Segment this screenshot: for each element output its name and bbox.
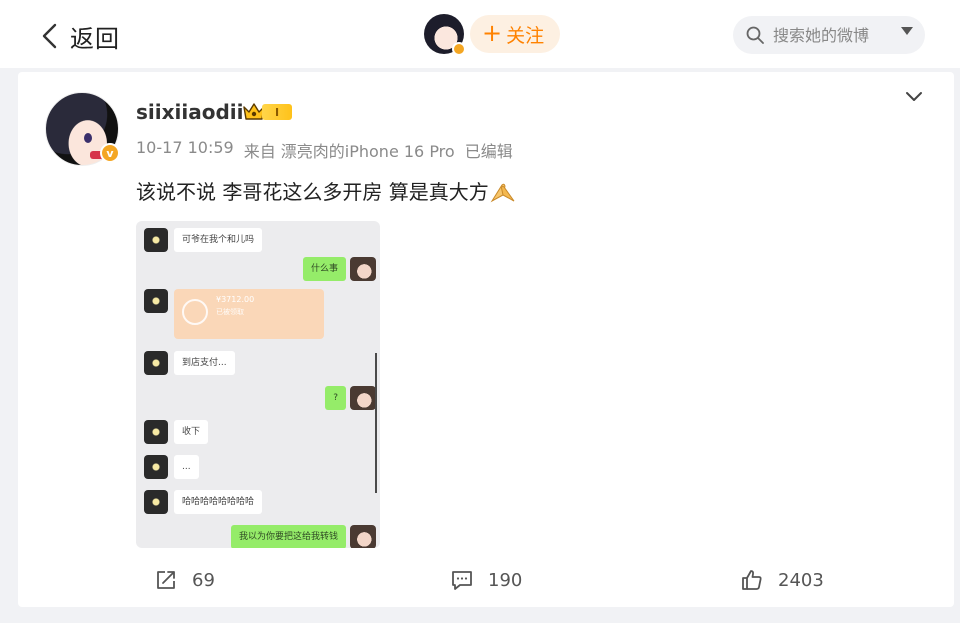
post-text: 该说不说 李哥花这么多开房 算是真大方 — [136, 176, 517, 205]
post-meta: 10-17 10:59 来自 漂亮肉的iPhone 16 Pro 已编辑 — [136, 138, 513, 162]
plus-icon: + — [482, 19, 503, 47]
edited-label[interactable]: 已编辑 — [465, 138, 513, 162]
chat-avatar — [144, 289, 168, 313]
chat-bubble: ? — [325, 386, 346, 410]
post-timestamp[interactable]: 10-17 10:59 — [136, 138, 234, 162]
back-button[interactable]: 返回 — [40, 18, 120, 54]
chat-avatar — [350, 386, 376, 410]
chat-screenshot-image[interactable]: 可爷在我个和儿吗 什么事 ¥3712.00 已被领取 到店支付... ? 收下 … — [136, 221, 380, 548]
header-avatar[interactable] — [424, 14, 466, 56]
vip-level: I — [262, 104, 292, 120]
post-source: 来自 漂亮肉的iPhone 16 Pro — [243, 142, 455, 161]
chat-avatar — [350, 257, 376, 281]
chat-avatar — [350, 525, 376, 548]
transfer-card: ¥3712.00 已被领取 — [174, 289, 324, 339]
chat-bubble: 收下 — [174, 420, 209, 444]
chat-bubble: 哈哈哈哈哈哈哈哈 — [174, 490, 263, 514]
share-icon — [157, 571, 175, 589]
username[interactable]: siixiiaodii — [136, 100, 244, 124]
chat-bubble: 什么事 — [302, 257, 346, 281]
header-user: + 关注 — [424, 14, 561, 56]
thumbs-up-icon — [742, 570, 762, 590]
top-bar: 返回 + 关注 — [0, 0, 960, 68]
chevron-left-icon — [42, 23, 57, 49]
repost-count: 69 — [192, 569, 215, 591]
repost-button[interactable]: 69 — [154, 562, 215, 598]
vip-badge[interactable]: I — [242, 101, 298, 123]
comment-button[interactable]: 190 — [450, 562, 522, 598]
chat-avatar — [144, 228, 168, 252]
search-box[interactable] — [733, 16, 925, 54]
chat-avatar — [144, 351, 168, 375]
verified-badge — [452, 42, 466, 56]
chat-avatar — [144, 455, 168, 479]
search-icon — [746, 26, 764, 44]
like-count: 2403 — [778, 569, 824, 591]
avatar-eye — [84, 133, 92, 143]
caret-down-icon[interactable] — [901, 27, 913, 35]
comment-icon — [452, 571, 472, 590]
follow-label: 关注 — [506, 24, 545, 47]
follow-button[interactable]: + 关注 — [470, 15, 561, 53]
check-circle-icon — [182, 299, 208, 325]
post-text-content: 该说不说 李哥花这么多开房 算是真大方 — [136, 180, 489, 204]
transfer-amount: ¥3712.00 — [216, 295, 255, 304]
chat-bubble: 我以为你要把这给我转钱 — [230, 525, 346, 548]
post-actions: 69 190 2403 — [18, 562, 954, 598]
comment-count: 190 — [488, 569, 523, 591]
chat-avatar — [144, 420, 168, 444]
search-input[interactable] — [773, 25, 891, 45]
transfer-note: 已被领取 — [216, 308, 244, 316]
post-card: v siixiiaodii I 10-17 10:59 来自 漂亮肉的iPhon… — [18, 72, 954, 607]
chat-scrollbar — [375, 353, 377, 493]
back-label: 返回 — [70, 24, 120, 53]
chat-avatar — [144, 490, 168, 514]
praying-hands-icon — [490, 183, 515, 203]
chat-bubble: 到店支付... — [174, 351, 235, 375]
chat-bubble: 可爷在我个和儿吗 — [174, 228, 263, 252]
chevron-down-icon[interactable] — [904, 90, 924, 104]
like-button[interactable]: 2403 — [740, 562, 824, 598]
chat-bubble: ... — [174, 455, 199, 479]
avatar[interactable]: v — [45, 92, 120, 166]
verified-badge-icon: v — [100, 143, 120, 163]
